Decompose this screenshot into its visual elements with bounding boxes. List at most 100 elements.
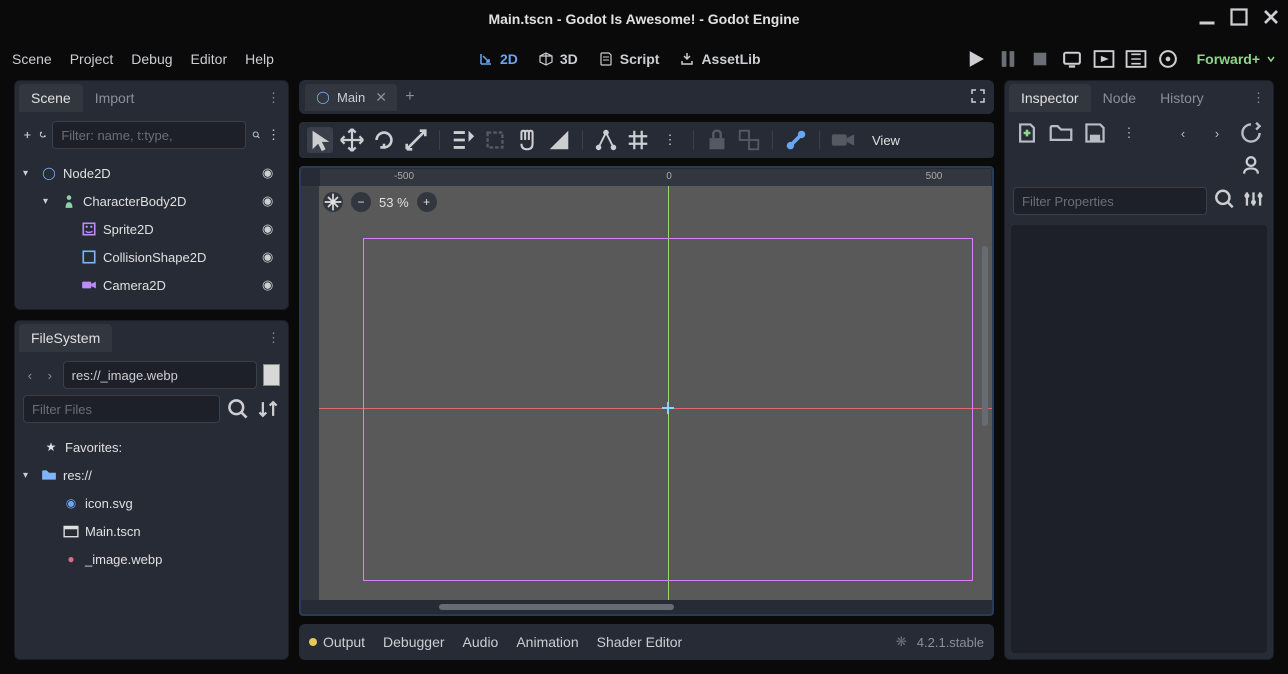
menu-editor[interactable]: Editor (191, 51, 228, 67)
workspace-2d[interactable]: 2D (478, 51, 518, 67)
scene-filter-input[interactable] (52, 121, 246, 149)
origin-gizmo[interactable] (662, 402, 674, 414)
window-minimize-button[interactable] (1198, 8, 1216, 26)
inspector-filter-search-icon[interactable] (1213, 187, 1236, 211)
zoom-out-icon[interactable]: − (351, 192, 371, 212)
view-menu[interactable]: View (862, 129, 910, 152)
scale-tool-icon[interactable] (403, 127, 429, 153)
manage-object-icon[interactable] (1239, 153, 1263, 177)
move-tool-icon[interactable] (339, 127, 365, 153)
close-tab-icon[interactable]: ✕ (375, 89, 387, 106)
workspace-script[interactable]: Script (598, 51, 660, 67)
pause-button[interactable] (997, 48, 1019, 70)
tab-node[interactable]: Node (1091, 84, 1148, 112)
bottom-tab-shader-editor[interactable]: Shader Editor (597, 634, 683, 650)
visibility-icon[interactable]: ◉ (262, 193, 280, 209)
menu-scene[interactable]: Scene (12, 51, 52, 67)
scene-filter-search-icon[interactable] (252, 123, 261, 147)
menu-project[interactable]: Project (70, 51, 114, 67)
scene-tab-main[interactable]: ◯ Main ✕ (305, 84, 397, 111)
horizontal-scrollbar[interactable] (319, 602, 992, 612)
save-resource-icon[interactable] (1083, 121, 1107, 145)
inspector-settings-icon[interactable] (1242, 187, 1265, 211)
instance-scene-button[interactable] (38, 123, 47, 147)
viewport[interactable]: -500 0 500 − 53 % + (299, 166, 994, 616)
movie-maker-button[interactable] (1157, 48, 1179, 70)
snap-options-icon[interactable]: ⋮ (657, 127, 683, 153)
fs-item-image-webp[interactable]: ● _image.webp (15, 545, 288, 573)
add-tab-button[interactable]: + (397, 88, 423, 106)
visibility-icon[interactable]: ◉ (262, 165, 280, 181)
select-tool-icon[interactable] (307, 127, 333, 153)
load-resource-icon[interactable] (1049, 121, 1073, 145)
tab-import[interactable]: Import (83, 84, 147, 112)
scene-panel-menu-icon[interactable]: ⋮ (267, 90, 280, 106)
fs-filter-input[interactable] (23, 395, 220, 423)
bottom-tab-output[interactable]: Output (309, 634, 365, 650)
play-button[interactable] (965, 48, 987, 70)
inspector-filter-input[interactable] (1013, 187, 1207, 215)
fs-sort-icon[interactable] (256, 397, 280, 421)
play-scene-button[interactable] (1093, 48, 1115, 70)
resource-extra-icon[interactable]: ⋮ (1117, 121, 1141, 145)
version-label[interactable]: 4.2.1.stable (917, 635, 984, 650)
fs-favorites[interactable]: ★ Favorites: (15, 433, 288, 461)
zoom-in-icon[interactable]: + (417, 192, 437, 212)
inspector-panel-menu-icon[interactable]: ⋮ (1252, 90, 1265, 106)
lock-node-icon[interactable] (704, 127, 730, 153)
visibility-icon[interactable]: ◉ (262, 221, 280, 237)
renderer-select[interactable]: Forward+ (1197, 51, 1276, 67)
fs-item-icon-svg[interactable]: ◉ icon.svg (15, 489, 288, 517)
zoom-reset-icon[interactable] (323, 192, 343, 212)
vertical-scrollbar[interactable] (980, 186, 990, 600)
snap-toggle-icon[interactable] (593, 127, 619, 153)
override-camera-icon[interactable] (830, 127, 856, 153)
bottom-tab-audio[interactable]: Audio (463, 634, 499, 650)
history-menu-icon[interactable] (1239, 121, 1263, 145)
menu-help[interactable]: Help (245, 51, 274, 67)
update-spinner-icon[interactable]: ❋ (896, 634, 907, 650)
grid-snap-icon[interactable] (625, 127, 651, 153)
workspace-assetlib[interactable]: AssetLib (679, 51, 760, 67)
fs-root[interactable]: ▾ res:// (15, 461, 288, 489)
workspace-3d[interactable]: 3D (538, 51, 578, 67)
collapse-icon[interactable]: ▾ (23, 470, 35, 481)
ruler-tool-icon[interactable] (546, 127, 572, 153)
collapse-icon[interactable]: ▾ (43, 196, 55, 207)
run-remote-button[interactable] (1061, 48, 1083, 70)
scene-node-characterbody2d[interactable]: ▾ CharacterBody2D ◉ (15, 187, 288, 215)
history-back-icon[interactable]: ‹ (1171, 121, 1195, 145)
stop-button[interactable] (1029, 48, 1051, 70)
bottom-tab-debugger[interactable]: Debugger (383, 634, 445, 650)
zoom-level-label[interactable]: 53 % (379, 195, 409, 210)
window-maximize-button[interactable] (1230, 8, 1248, 26)
scene-node-node2d[interactable]: ▾ ◯ Node2D ◉ (15, 159, 288, 187)
menu-debug[interactable]: Debug (131, 51, 172, 67)
fs-path-input[interactable] (63, 361, 257, 389)
bone-tool-icon[interactable] (783, 127, 809, 153)
group-node-icon[interactable] (736, 127, 762, 153)
tab-filesystem[interactable]: FileSystem (19, 324, 112, 352)
tab-inspector[interactable]: Inspector (1009, 84, 1091, 112)
new-resource-icon[interactable] (1015, 121, 1039, 145)
lock-selection-icon[interactable] (482, 127, 508, 153)
scene-node-sprite2d[interactable]: ▾ Sprite2D ◉ (15, 215, 288, 243)
distraction-free-icon[interactable] (970, 88, 986, 107)
scene-node-camera2d[interactable]: ▾ Camera2D ◉ (15, 271, 288, 299)
canvas-area[interactable] (319, 186, 992, 600)
scene-node-collisionshape2d[interactable]: ▾ CollisionShape2D ◉ (15, 243, 288, 271)
fs-item-main-tscn[interactable]: Main.tscn (15, 517, 288, 545)
scene-more-icon[interactable]: ⋮ (267, 123, 280, 147)
play-custom-scene-button[interactable] (1125, 48, 1147, 70)
rotate-tool-icon[interactable] (371, 127, 397, 153)
history-forward-icon[interactable]: › (1205, 121, 1229, 145)
pan-tool-icon[interactable] (514, 127, 540, 153)
collapse-icon[interactable]: ▾ (23, 168, 35, 179)
window-close-button[interactable] (1262, 8, 1280, 26)
tab-history[interactable]: History (1148, 84, 1216, 112)
tab-scene[interactable]: Scene (19, 84, 83, 112)
fs-history-forward-button[interactable]: › (43, 363, 57, 387)
visibility-icon[interactable]: ◉ (262, 277, 280, 293)
list-select-icon[interactable] (450, 127, 476, 153)
visibility-icon[interactable]: ◉ (262, 249, 280, 265)
